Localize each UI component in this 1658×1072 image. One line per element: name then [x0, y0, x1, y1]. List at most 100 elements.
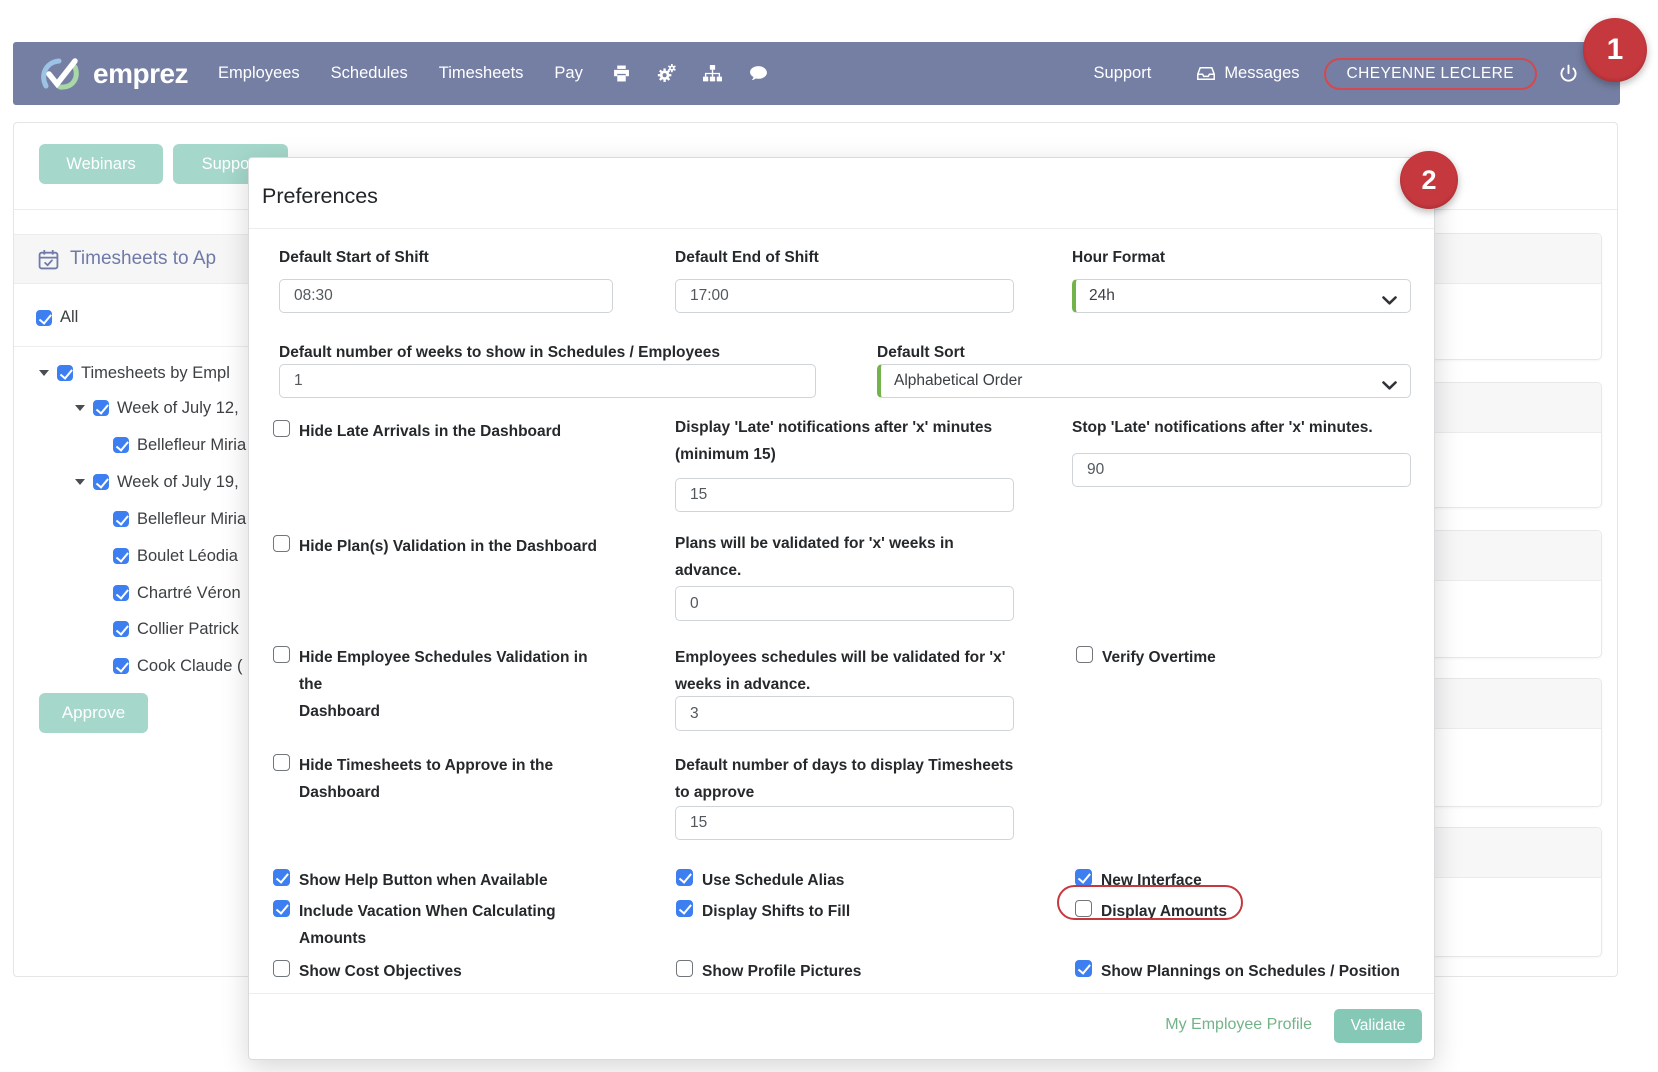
nav-support[interactable]: Support: [1094, 64, 1152, 83]
hide-plans-row: Hide Plan(s) Validation in the Dashboard: [273, 533, 603, 560]
show-help-checkbox[interactable]: [273, 869, 290, 886]
tree-item-employee: Chartré Véron: [113, 582, 241, 604]
nav-pay[interactable]: Pay: [554, 64, 582, 83]
top-navbar: emprez Employees Schedules Timesheets Pa…: [13, 42, 1620, 105]
ts-days-label: Default number of days to display Timesh…: [675, 757, 1014, 801]
hide-ts-approve-label: Hide Timesheets to Approve in the Dashbo…: [299, 757, 554, 801]
end-shift-input[interactable]: 17:00: [675, 279, 1014, 313]
caret-down-icon[interactable]: [39, 370, 49, 376]
tree-checkbox[interactable]: [113, 585, 129, 601]
display-shifts-checkbox[interactable]: [676, 900, 693, 917]
tree-checkbox[interactable]: [113, 437, 129, 453]
tree-item-label: Chartré Véron: [137, 583, 241, 602]
verify-overtime-label: Verify Overtime: [1102, 649, 1216, 666]
tree-checkbox[interactable]: [113, 658, 129, 674]
emp-sched-weeks-label: Employees schedules will be validated fo…: [675, 649, 1006, 693]
hour-format-value: 24h: [1089, 287, 1115, 304]
nav-schedules[interactable]: Schedules: [331, 64, 408, 83]
tree-checkbox[interactable]: [113, 511, 129, 527]
show-cost-checkbox[interactable]: [273, 960, 290, 977]
brand-name[interactable]: emprez: [93, 58, 189, 90]
webinars-button[interactable]: Webinars: [39, 144, 163, 184]
include-vacation-row: Include Vacation When Calculating Amount…: [273, 898, 583, 952]
ts-days-input[interactable]: 15: [675, 806, 1014, 840]
cogs-icon[interactable]: [657, 64, 676, 83]
hide-emp-sched-checkbox[interactable]: [273, 646, 290, 663]
show-profile-checkbox[interactable]: [676, 960, 693, 977]
modal-footer-divider: [249, 993, 1434, 994]
weeks-to-show-input[interactable]: 1: [279, 364, 816, 398]
default-sort-label: Default Sort: [877, 344, 965, 361]
hide-ts-approve-row: Hide Timesheets to Approve in the Dashbo…: [273, 752, 593, 806]
user-menu[interactable]: CHEYENNE LECLERE: [1323, 57, 1537, 90]
hide-late-label: Hide Late Arrivals in the Dashboard: [299, 423, 562, 440]
nav-messages[interactable]: Messages: [1197, 64, 1300, 83]
hide-ts-approve-checkbox[interactable]: [273, 754, 290, 771]
tree-item-employee: Bellefleur Miria: [113, 508, 246, 530]
modal-header-divider: [249, 228, 1434, 229]
tree-checkbox[interactable]: [57, 365, 73, 381]
late-after-input[interactable]: 15: [675, 478, 1014, 512]
tree-item-label: Week of July 12,: [117, 398, 239, 417]
hour-format-select[interactable]: 24h: [1072, 279, 1411, 313]
tree-item-label: Week of July 19,: [117, 472, 239, 491]
calendar-check-icon: [38, 249, 59, 270]
use-alias-row: Use Schedule Alias: [676, 867, 844, 894]
hour-format-label: Hour Format: [1072, 249, 1165, 266]
use-alias-checkbox[interactable]: [676, 869, 693, 886]
caret-down-icon[interactable]: [75, 405, 85, 411]
show-plannings-row: Show Plannings on Schedules / Position: [1075, 958, 1400, 985]
use-alias-label: Use Schedule Alias: [702, 872, 845, 889]
approve-button[interactable]: Approve: [39, 693, 148, 733]
power-icon[interactable]: [1559, 64, 1578, 83]
tree-item-label: Bellefleur Miria: [137, 435, 247, 454]
show-cost-label: Show Cost Objectives: [299, 963, 462, 980]
all-label: All: [60, 308, 79, 326]
start-shift-input[interactable]: 08:30: [279, 279, 613, 313]
include-vacation-checkbox[interactable]: [273, 900, 290, 917]
panel-title: Timesheets to Ap: [70, 248, 217, 269]
modal-title: Preferences: [262, 184, 378, 208]
tree-checkbox[interactable]: [113, 548, 129, 564]
messages-label: Messages: [1224, 64, 1300, 82]
printer-icon[interactable]: [613, 65, 630, 82]
show-help-label: Show Help Button when Available: [299, 872, 548, 889]
show-profile-label: Show Profile Pictures: [702, 963, 862, 980]
late-stop-input[interactable]: 90: [1072, 453, 1411, 487]
sitemap-icon[interactable]: [702, 65, 722, 82]
tree-item-label: Boulet Léodia: [137, 546, 238, 565]
default-sort-select[interactable]: Alphabetical Order: [877, 364, 1411, 398]
new-interface-checkbox[interactable]: [1075, 869, 1092, 886]
tree-item-week: Week of July 12,: [75, 397, 239, 419]
plans-weeks-input[interactable]: 0: [675, 586, 1014, 621]
tree-item-week: Week of July 19,: [75, 471, 239, 493]
default-sort-value: Alphabetical Order: [894, 372, 1023, 389]
tree-item-employee: Collier Patrick: [113, 618, 239, 640]
show-plannings-checkbox[interactable]: [1075, 960, 1092, 977]
nav-employees[interactable]: Employees: [218, 64, 300, 83]
show-profile-row: Show Profile Pictures: [676, 958, 861, 985]
tree-item-label: Collier Patrick: [137, 619, 239, 638]
late-after-label: Display 'Late' notifications after 'x' m…: [675, 419, 993, 463]
tree-checkbox[interactable]: [93, 474, 109, 490]
emp-sched-weeks-input[interactable]: 3: [675, 696, 1014, 731]
start-shift-label: Default Start of Shift: [279, 249, 429, 266]
tree-checkbox[interactable]: [113, 621, 129, 637]
emprez-logo-icon[interactable]: [37, 54, 83, 94]
hide-late-checkbox[interactable]: [273, 420, 290, 437]
caret-down-icon[interactable]: [75, 479, 85, 485]
chat-icon[interactable]: [749, 65, 768, 82]
tree-item-employee-group: Timesheets by Empl: [39, 362, 230, 384]
nav-timesheets[interactable]: Timesheets: [439, 64, 524, 83]
verify-overtime-row: Verify Overtime: [1076, 644, 1216, 671]
chevron-down-icon: [1382, 292, 1397, 310]
hide-emp-sched-row: Hide Employee Schedules Validation in th…: [273, 644, 603, 725]
tree-checkbox[interactable]: [93, 400, 109, 416]
late-stop-label: Stop 'Late' notifications after 'x' minu…: [1072, 419, 1373, 436]
hide-plans-checkbox[interactable]: [273, 535, 290, 552]
my-employee-profile-link[interactable]: My Employee Profile: [1165, 1016, 1312, 1034]
all-checkbox[interactable]: [36, 309, 52, 326]
hide-late-row: Hide Late Arrivals in the Dashboard: [273, 418, 603, 445]
validate-button[interactable]: Validate: [1334, 1009, 1422, 1043]
verify-overtime-checkbox[interactable]: [1076, 646, 1093, 663]
